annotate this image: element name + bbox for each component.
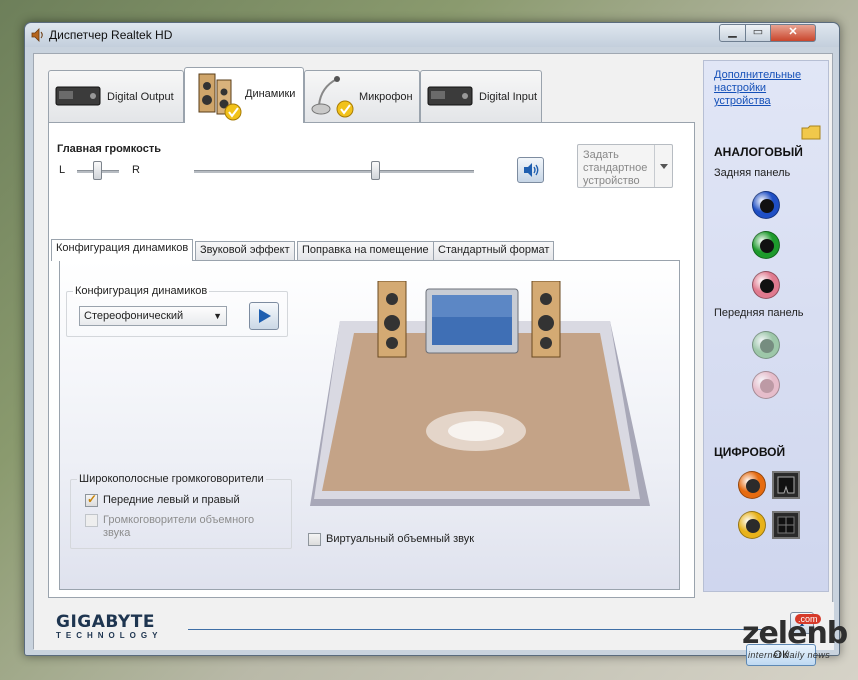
subtab-default-format[interactable]: Стандартный формат — [433, 241, 555, 260]
optical-out-port[interactable] — [772, 471, 800, 499]
set-default-label: Задать стандартное устройство — [583, 149, 648, 187]
tab-microphone[interactable]: Микрофон — [304, 70, 420, 122]
optical-in-port[interactable] — [772, 511, 800, 539]
speaker-config-panel: Конфигурация динамиков Стереофонический … — [59, 260, 680, 590]
front-lr-checkbox[interactable] — [85, 492, 98, 507]
footer-divider — [188, 629, 768, 630]
speaker-config-group: Конфигурация динамиков Стереофонический … — [66, 285, 288, 337]
digital-title: ЦИФРОВОЙ — [714, 445, 786, 459]
chevron-down-icon — [660, 164, 668, 169]
tab-speakers[interactable]: Динамики — [184, 67, 304, 123]
digital-input-device-icon — [427, 86, 473, 106]
balance-slider-thumb[interactable] — [93, 161, 102, 180]
gigabyte-logo-subtitle: TECHNOLOGY — [56, 631, 163, 640]
front-right-speaker — [531, 281, 561, 358]
gigabyte-logo: GIGABYTE — [56, 612, 155, 632]
group-title: Широкополосные громкоговорители — [77, 473, 266, 485]
main-volume-title: Главная громкость — [57, 143, 162, 155]
group-title: Конфигурация динамиков — [73, 285, 210, 297]
watermark-com: .com — [795, 614, 821, 624]
front-green-jack[interactable] — [752, 331, 780, 359]
maximize-button[interactable]: ▭ — [745, 24, 771, 42]
speakers-icon — [198, 73, 242, 121]
optical-port-icon — [777, 476, 795, 494]
watermark-tagline: internet daily news — [748, 650, 831, 660]
tab-digital-input[interactable]: Digital Input — [420, 70, 542, 122]
digital-output-device-icon — [55, 86, 101, 106]
chevron-down-icon: ▼ — [213, 311, 222, 321]
speakers-panel: Главная громкость L R Задать стандартное… — [48, 122, 695, 598]
front-panel-label: Передняя панель — [714, 307, 804, 319]
title-bar[interactable]: Диспетчер Realtek HD ▁ ▭ ✕ — [25, 23, 839, 47]
microphone-icon — [311, 76, 354, 118]
front-lr-label: Передние левый и правый — [103, 494, 240, 506]
advanced-settings-link[interactable]: Дополнительные настройки устройства — [714, 69, 824, 108]
speaker-app-icon — [31, 28, 43, 42]
spdif-coaxial-orange-jack[interactable] — [738, 471, 766, 499]
speaker-config-select[interactable]: Стереофонический ▼ — [79, 306, 227, 326]
tab-label: Микрофон — [359, 91, 413, 103]
window-title: Диспетчер Realtek HD — [49, 28, 173, 42]
set-default-device-button[interactable]: Задать стандартное устройство — [577, 144, 673, 188]
realtek-hd-window: Диспетчер Realtek HD ▁ ▭ ✕ Digital Outpu… — [24, 22, 840, 666]
tab-digital-output[interactable]: Digital Output — [48, 70, 184, 122]
tab-label: Digital Output — [107, 91, 174, 103]
analog-title: АНАЛОГОВЫЙ — [714, 145, 803, 159]
rear-blue-jack[interactable] — [752, 191, 780, 219]
footer-bar: GIGABYTE TECHNOLOGY i ОК — [34, 602, 834, 666]
subtab-room-correction[interactable]: Поправка на помещение — [297, 241, 434, 260]
front-pink-jack[interactable] — [752, 371, 780, 399]
volume-slider-track[interactable] — [194, 170, 474, 173]
subtab-speaker-config[interactable]: Конфигурация динамиков — [51, 239, 194, 261]
room-visualization — [310, 281, 650, 506]
tv-screen — [425, 288, 519, 354]
balance-right-label: R — [132, 164, 140, 176]
rear-green-jack[interactable] — [752, 231, 780, 259]
virtual-surround-label: Виртуальный объемный звук — [326, 533, 475, 545]
tab-label: Динамики — [245, 88, 296, 100]
play-test-button[interactable] — [249, 302, 279, 330]
optical-port-icon — [777, 516, 795, 534]
play-icon — [259, 309, 271, 323]
rear-pink-jack[interactable] — [752, 271, 780, 299]
mute-button[interactable] — [517, 157, 544, 183]
balance-left-label: L — [59, 164, 66, 176]
front-left-speaker — [377, 281, 407, 358]
client-area: Digital Output Динамики Микрофон Digital… — [33, 53, 834, 666]
set-default-dropdown-arrow[interactable] — [654, 145, 672, 187]
connector-panel: Дополнительные настройки устройства АНАЛ… — [703, 60, 829, 592]
speaker-volume-icon — [524, 163, 539, 177]
selected-value: Стереофонический — [84, 310, 184, 322]
minimize-button[interactable]: ▁ — [719, 24, 746, 42]
surround-speakers-label: Громкоговорители объемного звука — [103, 514, 255, 539]
spdif-coaxial-yellow-jack[interactable] — [738, 511, 766, 539]
tab-label: Digital Input — [479, 91, 538, 103]
close-button[interactable]: ✕ — [770, 24, 816, 42]
rear-panel-label: Задняя панель — [714, 167, 791, 179]
surround-speakers-checkbox — [85, 514, 98, 527]
folder-icon[interactable] — [800, 123, 822, 141]
virtual-surround-checkbox[interactable] — [308, 533, 321, 546]
subtab-sound-effect[interactable]: Звуковой эффект — [195, 241, 295, 260]
wideband-speakers-group: Широкополосные громкоговорители Передние… — [70, 473, 292, 549]
volume-slider-thumb[interactable] — [371, 161, 380, 180]
